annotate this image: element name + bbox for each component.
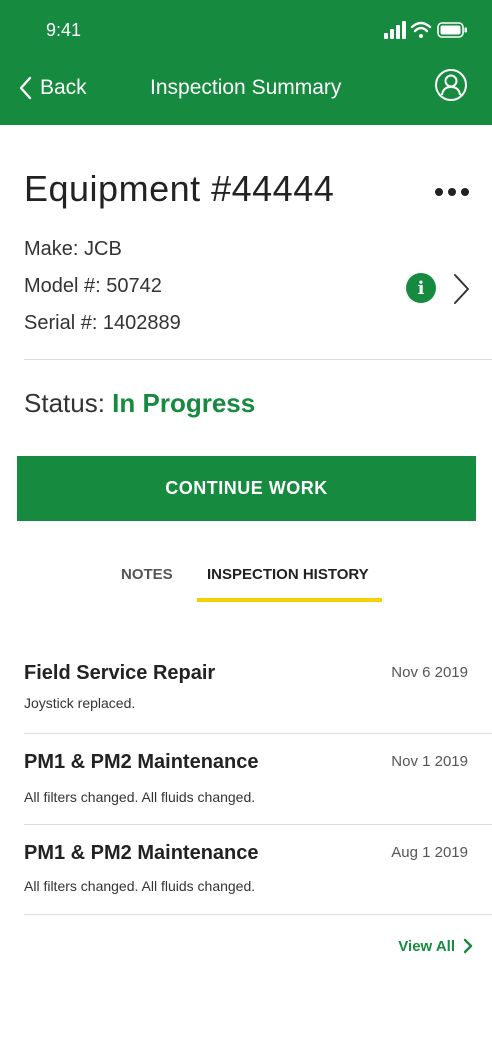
app-header: 9:41 Back Inspection Summary xyxy=(0,0,492,125)
history-item-description: Joystick replaced. xyxy=(24,695,136,711)
wifi-icon xyxy=(410,21,432,38)
equipment-make: Make: JCB xyxy=(24,238,122,260)
history-item-description: All filters changed. All fluids changed. xyxy=(24,878,256,894)
divider xyxy=(24,824,492,825)
profile-icon[interactable] xyxy=(434,68,468,102)
continue-work-button[interactable]: CONTINUE WORK xyxy=(17,456,476,521)
more-icon[interactable] xyxy=(432,182,472,202)
chevron-right-icon[interactable] xyxy=(452,272,472,306)
equipment-serial: Serial #: 1402889 xyxy=(24,312,181,334)
status-label: Status: xyxy=(24,388,105,418)
divider xyxy=(24,359,492,360)
info-icon[interactable]: i xyxy=(406,273,436,303)
divider xyxy=(24,733,492,734)
view-all-link[interactable]: View All xyxy=(398,937,475,955)
status-time: 9:41 xyxy=(46,20,82,40)
divider xyxy=(24,914,492,915)
back-label: Back xyxy=(40,76,87,99)
status-line: Status: In Progress xyxy=(24,388,255,419)
history-item-date: Nov 6 2019 xyxy=(391,664,468,681)
history-item-date: Nov 1 2019 xyxy=(391,753,468,770)
chevron-right-icon xyxy=(463,938,473,954)
history-item-title: PM1 & PM2 Maintenance xyxy=(24,751,259,773)
signal-icon xyxy=(384,21,406,39)
page-title: Inspection Summary xyxy=(150,76,342,99)
history-item-title: PM1 & PM2 Maintenance xyxy=(24,842,259,864)
equipment-title: Equipment #44444 xyxy=(24,168,335,209)
history-item-description: All filters changed. All fluids changed. xyxy=(24,789,256,805)
status-icons xyxy=(384,21,467,39)
history-item-date: Aug 1 2019 xyxy=(391,844,468,861)
equipment-model: Model #: 50742 xyxy=(24,275,162,297)
tab-notes[interactable]: NOTES xyxy=(121,566,173,583)
nav-bar: Back Inspection Summary xyxy=(0,56,492,125)
status-bar: 9:41 xyxy=(0,0,492,56)
active-tab-indicator xyxy=(197,598,382,602)
back-chevron-icon xyxy=(19,76,32,100)
back-button[interactable]: Back xyxy=(18,70,87,106)
tab-inspection-history[interactable]: INSPECTION HISTORY xyxy=(207,566,369,583)
view-all-label: View All xyxy=(398,937,455,955)
status-value: In Progress xyxy=(112,388,256,418)
battery-icon xyxy=(437,22,467,38)
history-item-title: Field Service Repair xyxy=(24,662,216,684)
